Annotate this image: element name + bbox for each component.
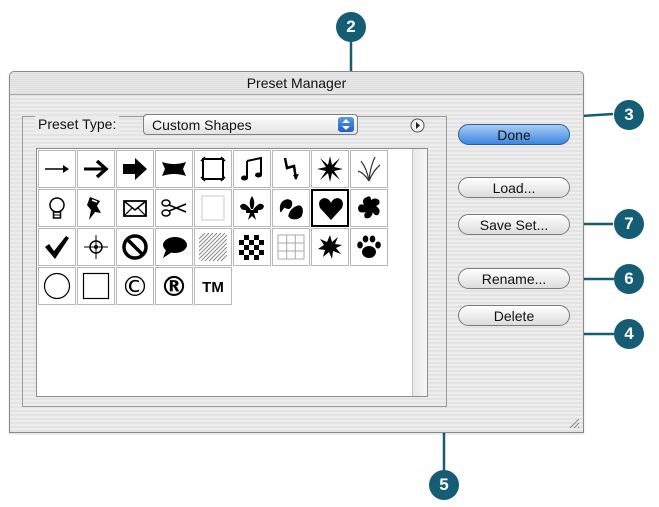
preset-type-value: Custom Shapes [152, 117, 252, 133]
speech-bubble-icon [163, 237, 187, 258]
shape-burst[interactable] [311, 228, 349, 266]
shape-square[interactable] [77, 267, 115, 305]
options-menu-icon[interactable] [410, 118, 425, 133]
delete-button[interactable]: Delete [458, 305, 570, 326]
shape-blank-frame[interactable] [194, 189, 232, 227]
popup-arrows-icon [338, 117, 354, 132]
shape-lightbulb[interactable] [38, 189, 76, 227]
rename-button[interactable]: Rename... [458, 268, 570, 289]
shape-frame[interactable] [194, 150, 232, 188]
shape-banner[interactable] [155, 150, 193, 188]
grass-icon [357, 156, 381, 182]
checkmark-icon [45, 236, 69, 259]
starburst-icon [317, 156, 343, 182]
done-button[interactable]: Done [458, 124, 570, 145]
callout-3: 3 [614, 100, 644, 130]
shape-list-scrollbar[interactable] [412, 149, 427, 396]
shape-heart[interactable] [311, 189, 349, 227]
shape-splat[interactable] [350, 189, 388, 227]
banner-icon [162, 162, 186, 176]
shape-lightning[interactable] [272, 150, 310, 188]
preset-type-select[interactable]: Custom Shapes [143, 114, 358, 135]
window-title: Preset Manager [10, 72, 583, 95]
svg-text:TM: TM [202, 279, 224, 296]
grid-icon [277, 234, 305, 260]
paw-print-icon [357, 235, 381, 258]
thin-arrow-icon [45, 165, 69, 173]
callout-5: 5 [429, 470, 459, 500]
shape-diagonal-lines[interactable] [194, 228, 232, 266]
circle-icon [43, 272, 71, 300]
blank-frame-icon [201, 195, 225, 221]
target-icon [84, 235, 108, 259]
load-button[interactable]: Load... [458, 177, 570, 198]
shape-scissors[interactable] [155, 189, 193, 227]
shape-list[interactable]: © ® TM [36, 148, 428, 397]
registered-icon: ® [160, 272, 188, 300]
lightning-icon [283, 157, 299, 180]
shape-pushpin[interactable] [77, 189, 115, 227]
shape-starburst[interactable] [311, 150, 349, 188]
shape-music-note[interactable] [233, 150, 271, 188]
shape-grid: © ® TM [38, 150, 404, 306]
copyright-icon: © [121, 272, 149, 300]
trademark-icon: TM [202, 279, 224, 296]
shape-trademark[interactable]: TM [194, 267, 232, 305]
svg-text:©: © [121, 272, 149, 300]
frame-icon [200, 156, 226, 182]
shape-bold-arrow[interactable] [116, 150, 154, 188]
ornament-icon [279, 199, 303, 220]
shape-circle[interactable] [38, 267, 76, 305]
burst-icon [318, 235, 342, 259]
square-icon [82, 272, 110, 300]
fleur-de-lis-icon [240, 196, 264, 220]
checkerboard-icon [239, 235, 264, 260]
diagonal-lines-icon [199, 233, 227, 261]
shape-registered[interactable]: ® [155, 267, 193, 305]
music-note-icon [241, 156, 262, 181]
shape-speech-bubble[interactable] [155, 228, 193, 266]
shape-grid[interactable] [272, 228, 310, 266]
shape-fleur-de-lis[interactable] [233, 189, 271, 227]
shape-copyright[interactable]: © [116, 267, 154, 305]
shape-checkmark[interactable] [38, 228, 76, 266]
callout-2: 2 [336, 12, 366, 42]
svg-text:®: ® [160, 272, 188, 300]
shape-paw-print[interactable] [350, 228, 388, 266]
no-sign-icon [122, 234, 148, 260]
resize-grip-icon[interactable] [568, 417, 580, 429]
shape-target[interactable] [77, 228, 115, 266]
shape-grass[interactable] [350, 150, 388, 188]
shape-envelope[interactable] [116, 189, 154, 227]
shape-arrow[interactable] [77, 150, 115, 188]
callout-4: 4 [614, 319, 644, 349]
lightbulb-icon [49, 197, 65, 219]
bold-arrow-icon [123, 158, 147, 180]
heart-icon [319, 198, 343, 220]
shape-checkerboard[interactable] [233, 228, 271, 266]
preset-manager-dialog: Preset Manager Preset Type: Custom Shape… [9, 71, 584, 433]
preset-type-label: Preset Type: [35, 116, 120, 132]
scissors-icon [161, 199, 187, 217]
splat-icon [358, 196, 380, 219]
pushpin-icon [87, 197, 101, 220]
callout-6: 6 [614, 264, 644, 294]
save-set-button[interactable]: Save Set... [458, 214, 570, 235]
shape-no-sign[interactable] [116, 228, 154, 266]
callout-7: 7 [614, 209, 644, 239]
envelope-icon [123, 200, 147, 217]
shape-thin-arrow[interactable] [38, 150, 76, 188]
shape-ornament[interactable] [272, 189, 310, 227]
arrow-icon [84, 159, 109, 179]
